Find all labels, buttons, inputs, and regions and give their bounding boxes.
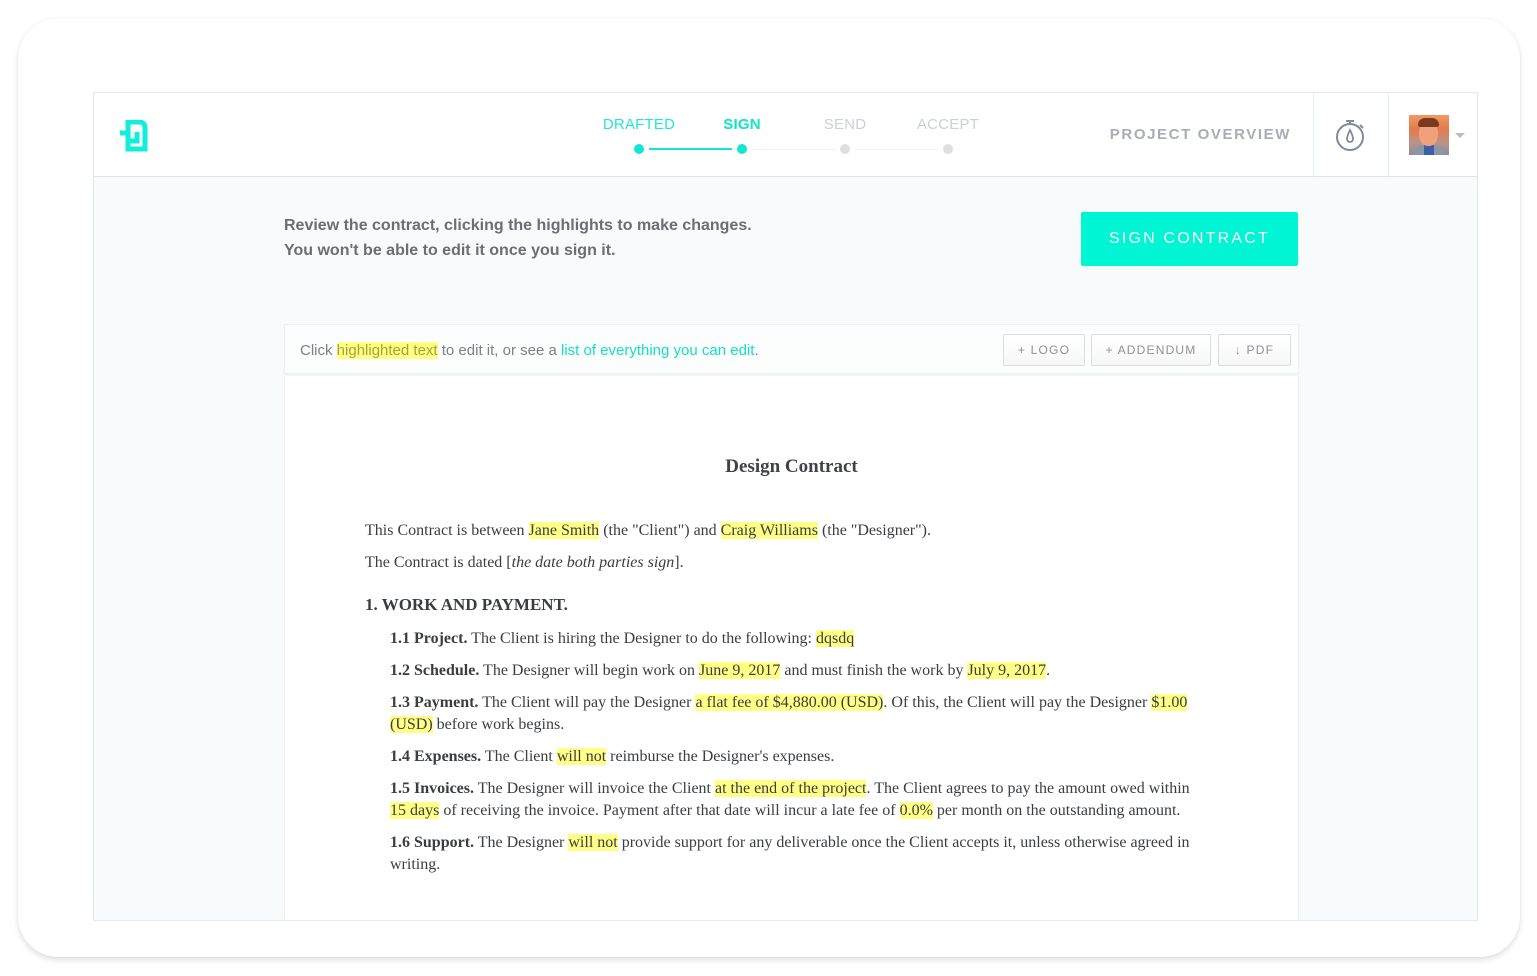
- text: (the "Client") and: [599, 522, 721, 539]
- section-heading: 1. WORK AND PAYMENT.: [365, 595, 568, 614]
- clause-project: 1.1 Project. The Client is hiring the De…: [390, 628, 1195, 650]
- step-dot-accept: [943, 144, 953, 154]
- project-overview-link[interactable]: PROJECT OVERVIEW: [1110, 126, 1291, 143]
- highlight-sample: highlighted text: [336, 342, 438, 359]
- step-drafted[interactable]: DRAFTED: [603, 116, 675, 133]
- app-window: DRAFTED SIGN SEND ACCEPT PROJECT OVERVIE…: [93, 92, 1478, 921]
- clause-label: 1.6 Support.: [390, 834, 475, 851]
- edit-hint: Click highlighted text to edit it, or se…: [300, 342, 759, 359]
- text: The Client: [481, 748, 557, 765]
- text: The Contract is dated [: [365, 554, 512, 571]
- date-paragraph: The Contract is dated [the date both par…: [365, 552, 1195, 574]
- step-dot-sign: [737, 144, 747, 154]
- text: This Contract is between: [365, 522, 529, 539]
- clause-payment: 1.3 Payment. The Client will pay the Des…: [390, 692, 1195, 736]
- end-date-field[interactable]: July 9, 2017: [967, 662, 1047, 679]
- step-accept: ACCEPT: [916, 116, 980, 133]
- progress-steps: DRAFTED SIGN SEND ACCEPT: [594, 93, 1014, 177]
- step-connector: [649, 148, 732, 150]
- expenses-option-field[interactable]: will not: [556, 748, 607, 765]
- parties-paragraph: This Contract is between Jane Smith (the…: [365, 520, 1195, 542]
- device-frame: DRAFTED SIGN SEND ACCEPT PROJECT OVERVIE…: [18, 18, 1520, 957]
- instruction-line-2: You won't be able to edit it once you si…: [284, 242, 616, 259]
- caret-down-icon[interactable]: [1455, 133, 1465, 138]
- support-option-field[interactable]: will not: [568, 834, 618, 851]
- stopwatch-icon: [1336, 120, 1364, 151]
- timer-button[interactable]: [1313, 93, 1388, 177]
- clause-label: 1.5 Invoices.: [390, 780, 474, 797]
- text: and must finish the work by: [780, 662, 968, 679]
- clause-expenses: 1.4 Expenses. The Client will not reimbu…: [390, 746, 1195, 768]
- clause-label: 1.1 Project.: [390, 630, 468, 647]
- user-avatar[interactable]: [1409, 115, 1449, 155]
- top-header: DRAFTED SIGN SEND ACCEPT PROJECT OVERVIE…: [94, 93, 1477, 177]
- add-addendum-button[interactable]: + ADDENDUM: [1091, 334, 1211, 366]
- clause-label: 1.4 Expenses.: [390, 748, 482, 765]
- clause-label: 1.3 Payment.: [390, 694, 479, 711]
- document-title: Design Contract: [725, 456, 858, 477]
- add-logo-button[interactable]: + LOGO: [1003, 334, 1085, 366]
- text: The Designer will begin work on: [479, 662, 700, 679]
- date-placeholder: the date both parties sign: [511, 554, 675, 571]
- document-body: This Contract is between Jane Smith (the…: [365, 520, 1195, 886]
- user-menu[interactable]: [1388, 93, 1477, 177]
- clause-invoices: 1.5 Invoices. The Designer will invoice …: [390, 778, 1195, 822]
- text: per month on the outstanding amount.: [932, 802, 1181, 819]
- text: . Of this, the Client will pay the Desig…: [883, 694, 1152, 711]
- late-fee-field[interactable]: 0.0%: [899, 802, 933, 819]
- download-pdf-button[interactable]: ↓ PDF: [1218, 334, 1291, 366]
- text: The Designer: [474, 834, 569, 851]
- logo-icon[interactable]: [118, 120, 155, 157]
- text: The Client is hiring the Designer to do …: [467, 630, 816, 647]
- text: The Designer will invoice the Client: [474, 780, 715, 797]
- text: . The Client agrees to pay the amount ow…: [866, 780, 1190, 797]
- sign-contract-button[interactable]: SIGN CONTRACT: [1081, 212, 1298, 266]
- text: reimburse the Designer's expenses.: [606, 748, 835, 765]
- text: before work begins.: [432, 716, 565, 733]
- fee-field[interactable]: a flat fee of $4,880.00 (USD): [695, 694, 884, 711]
- step-connector: [752, 149, 835, 150]
- designer-name-field[interactable]: Craig Williams: [720, 522, 818, 539]
- text: The Client will pay the Designer: [478, 694, 696, 711]
- client-name-field[interactable]: Jane Smith: [528, 522, 600, 539]
- clause-label: 1.2 Schedule.: [390, 662, 480, 679]
- hint-text: to edit it, or see a: [437, 342, 561, 359]
- document-toolbar: Click highlighted text to edit it, or se…: [284, 324, 1299, 374]
- instruction-line-1: Review the contract, clicking the highli…: [284, 217, 752, 234]
- hint-text: .: [754, 342, 759, 359]
- text: of receiving the invoice. Payment after …: [439, 802, 900, 819]
- start-date-field[interactable]: June 9, 2017: [699, 662, 781, 679]
- step-connector: [855, 149, 938, 150]
- step-dot-drafted: [634, 144, 644, 154]
- text: .: [1046, 662, 1051, 679]
- step-sign[interactable]: SIGN: [723, 116, 760, 133]
- invoice-timing-field[interactable]: at the end of the project: [714, 780, 867, 797]
- step-send: SEND: [823, 116, 867, 133]
- text: ].: [674, 554, 684, 571]
- clause-support: 1.6 Support. The Designer will not provi…: [390, 832, 1195, 876]
- payment-terms-field[interactable]: 15 days: [390, 802, 440, 819]
- project-description-field[interactable]: dqsdq: [816, 630, 855, 647]
- text: (the "Designer").: [817, 522, 931, 539]
- clause-schedule: 1.2 Schedule. The Designer will begin wo…: [390, 660, 1195, 682]
- contract-document: Design Contract This Contract is between…: [284, 376, 1299, 920]
- instructions: Review the contract, clicking the highli…: [284, 213, 752, 263]
- step-dot-send: [840, 144, 850, 154]
- editable-list-link[interactable]: list of everything you can edit: [561, 342, 754, 359]
- hint-text: Click: [300, 342, 337, 359]
